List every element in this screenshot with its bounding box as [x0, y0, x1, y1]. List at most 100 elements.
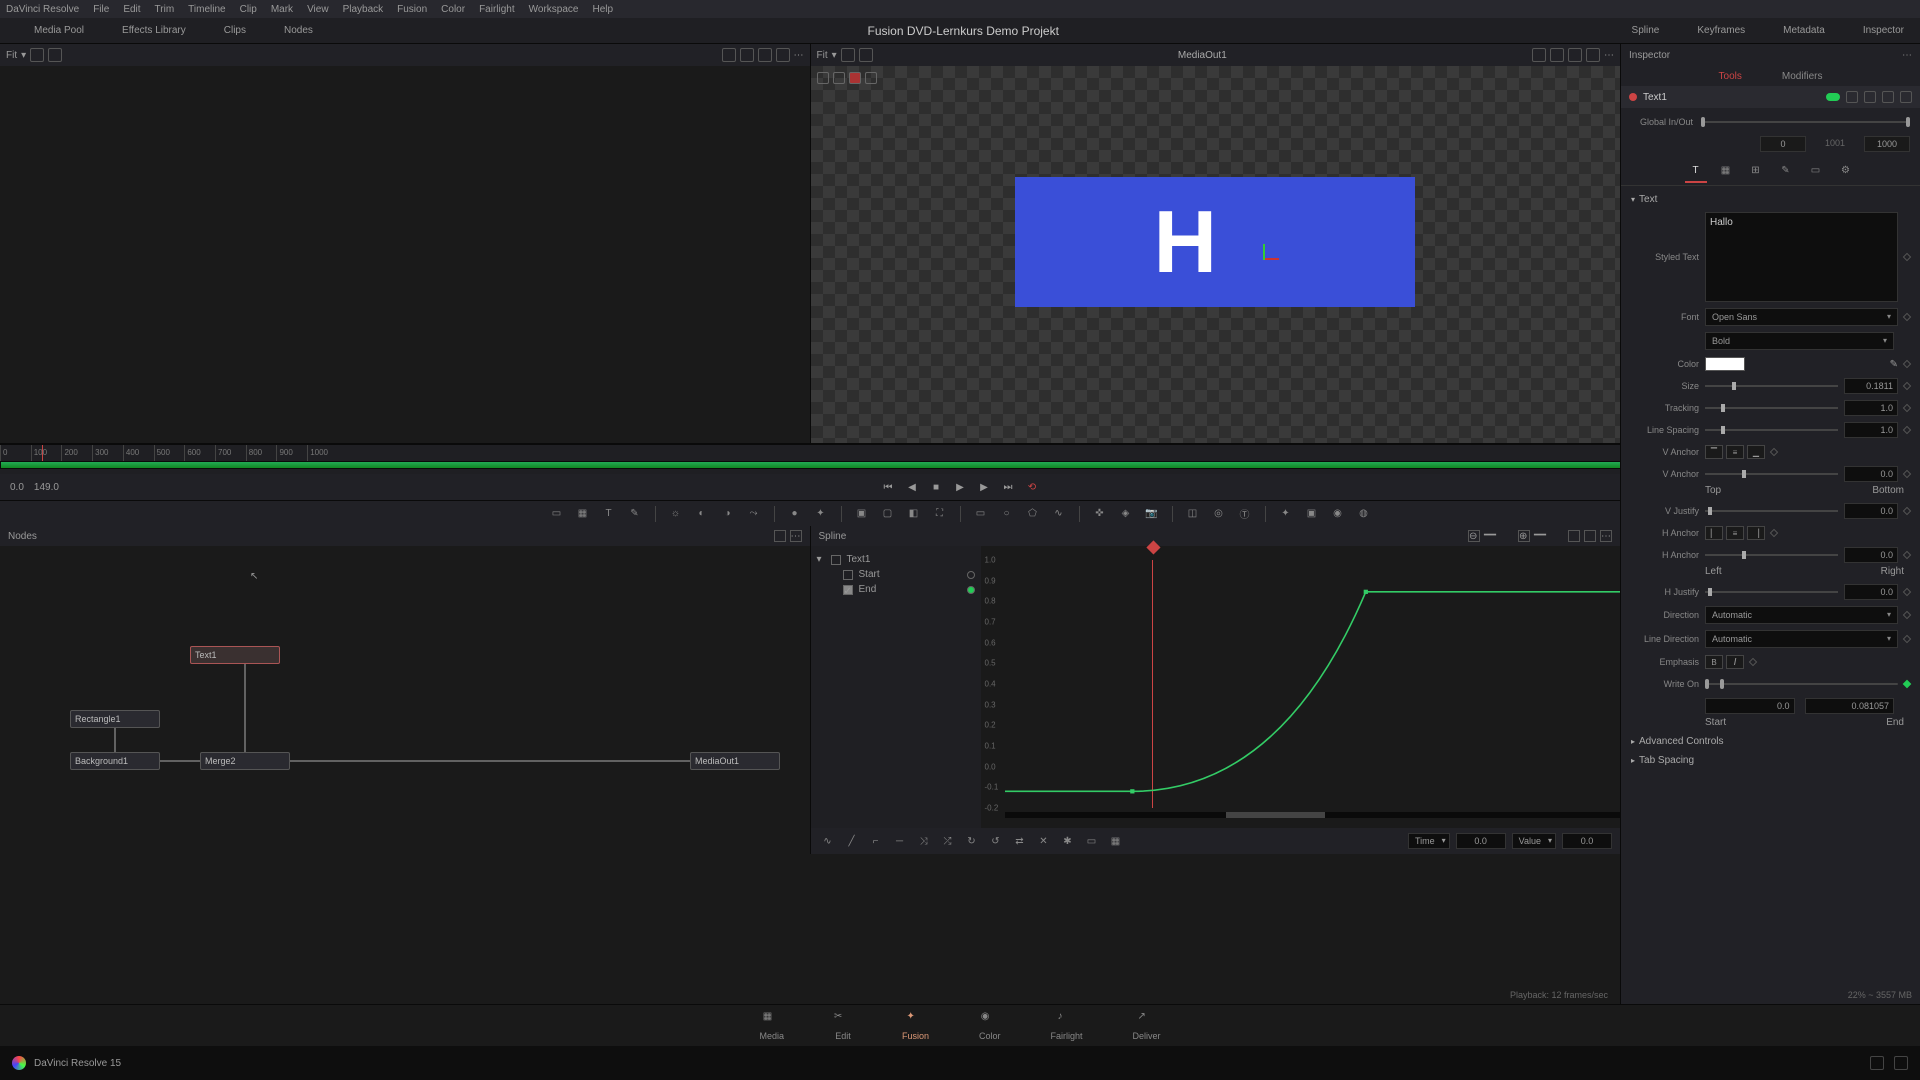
vjustify-slider[interactable] — [1705, 510, 1838, 512]
size-slider[interactable] — [1705, 385, 1838, 387]
kf-emphasis[interactable] — [1749, 658, 1757, 666]
node-versions[interactable] — [1846, 91, 1858, 103]
spline-panel[interactable]: Spline⊖━━⊕━━⋯ ▾Text1 Start ✓End 1.00.90.… — [810, 526, 1621, 854]
stop[interactable]: ■ — [928, 479, 944, 495]
node-merge2[interactable]: Merge2 — [200, 752, 290, 770]
linespacing-slider[interactable] — [1705, 429, 1838, 431]
viewer-left[interactable]: Fit▾ ⋯ — [0, 44, 810, 443]
spline-value-mode[interactable]: Value — [1512, 833, 1556, 849]
kf-vanchor[interactable] — [1903, 470, 1911, 478]
tool-matte[interactable]: ◧ — [904, 504, 924, 524]
kf-color[interactable] — [1903, 360, 1911, 368]
section-tabspacing[interactable]: Tab Spacing — [1621, 751, 1920, 770]
topbar-clips[interactable]: Clips — [198, 21, 254, 41]
page-edit[interactable]: ✂Edit — [834, 1011, 852, 1041]
tree-node[interactable]: Text1 — [847, 554, 871, 565]
tool-3d-text[interactable]: Ⓣ — [1235, 504, 1255, 524]
tool-3d-img[interactable]: ◫ — [1183, 504, 1203, 524]
menu-clip[interactable]: Clip — [240, 4, 257, 15]
first-frame[interactable]: ⏮ — [880, 479, 896, 495]
guides-icon[interactable] — [48, 48, 62, 62]
page-color[interactable]: ◉Color — [979, 1011, 1001, 1041]
vjustify-value[interactable]: 0.0 — [1844, 503, 1898, 519]
spline-hscroll[interactable] — [1226, 812, 1324, 818]
hanchor-value[interactable]: 0.0 — [1844, 547, 1898, 563]
hanchor-slider[interactable] — [1705, 554, 1838, 556]
node-lock[interactable] — [1882, 91, 1894, 103]
tree-param-start[interactable]: Start — [859, 569, 880, 580]
inspector-node-name[interactable]: Text1 — [1643, 92, 1820, 103]
ch-full[interactable] — [865, 72, 877, 84]
hjustify-value[interactable]: 0.0 — [1844, 584, 1898, 600]
range-out[interactable]: 149.0 — [34, 482, 59, 493]
hanchor-buttons[interactable]: ▏≡▕ — [1705, 526, 1765, 540]
page-fusion[interactable]: ✦Fusion — [902, 1011, 929, 1041]
v2-menu[interactable]: ⋯ — [1604, 50, 1614, 61]
kf-hjustify[interactable] — [1903, 588, 1911, 596]
section-text[interactable]: Text — [1621, 190, 1920, 209]
tool-3d-shape[interactable]: ◎ — [1209, 504, 1229, 524]
topbar-nodes[interactable]: Nodes — [258, 21, 321, 41]
step-back[interactable]: ◀ — [904, 479, 920, 495]
tool-merge[interactable]: ▣ — [852, 504, 872, 524]
range-in[interactable]: 0.0 — [10, 482, 24, 493]
page-fairlight[interactable]: ♪Fairlight — [1051, 1011, 1083, 1041]
step-fwd[interactable]: ▶ — [976, 479, 992, 495]
kf-vanchor-btn[interactable] — [1770, 448, 1778, 456]
tool-xf[interactable]: ▢ — [878, 504, 898, 524]
tree-param-end[interactable]: End — [859, 584, 877, 595]
viewer-right[interactable]: Fit▾ MediaOut1 ⋯ H — [810, 44, 1621, 443]
ch-g[interactable] — [833, 72, 845, 84]
v1-opt2[interactable] — [740, 48, 754, 62]
tool-bspline[interactable]: ∿ — [1049, 504, 1069, 524]
menubar[interactable]: DaVinci ResolveFileEditTrimTimelineClipM… — [0, 0, 1920, 18]
gio-start[interactable]: 0 — [1760, 136, 1806, 152]
page-media[interactable]: ▦Media — [759, 1011, 784, 1041]
writeon-end[interactable]: 0.081057 — [1805, 698, 1895, 714]
v1-opt4[interactable] — [776, 48, 790, 62]
tool-planar[interactable]: ◈ — [1116, 504, 1136, 524]
v1-menu[interactable]: ⋯ — [794, 50, 804, 61]
node-background1[interactable]: Background1 — [70, 752, 160, 770]
nodes-opt[interactable] — [774, 530, 786, 542]
sp-inv[interactable]: ⤮ — [939, 832, 957, 850]
nodes-panel[interactable]: Nodes⋯ ↖ Text1Rectangle1Background1Merge… — [0, 526, 810, 854]
menu-timeline[interactable]: Timeline — [188, 4, 225, 15]
inspector-menu[interactable]: ⋯ — [1902, 50, 1912, 61]
node-enable[interactable] — [1826, 93, 1840, 101]
kf-styledtext[interactable] — [1903, 253, 1911, 261]
tool-render3d[interactable]: ◍ — [1354, 504, 1374, 524]
v1-opt1[interactable] — [722, 48, 736, 62]
tool-glow[interactable]: ✦ — [811, 504, 831, 524]
sp-step[interactable]: ⌐ — [867, 832, 885, 850]
vanchor-slider[interactable] — [1705, 473, 1838, 475]
spline-graph[interactable]: 1.00.90.80.70.60.50.40.30.20.10.0-0.1-0.… — [981, 546, 1621, 828]
sp-rev[interactable]: ⤨ — [915, 832, 933, 850]
tool-bg[interactable]: ▭ — [547, 504, 567, 524]
node-text1[interactable]: Text1 — [190, 646, 280, 664]
v1-opt3[interactable] — [758, 48, 772, 62]
sp-opt[interactable] — [1584, 530, 1596, 542]
vanchor-buttons[interactable]: ▔≡▁ — [1705, 445, 1765, 459]
ch-a[interactable] — [849, 72, 861, 84]
project-settings-icon[interactable] — [1894, 1056, 1908, 1070]
kf-direction[interactable] — [1903, 611, 1911, 619]
loop[interactable]: ⟲ — [1024, 479, 1040, 495]
sp-zoom-out[interactable]: ⊖ — [1468, 530, 1480, 542]
menu-playback[interactable]: Playback — [343, 4, 384, 15]
menu-view[interactable]: View — [307, 4, 329, 15]
tooltab-transform[interactable]: ⊞ — [1745, 161, 1767, 183]
tooltab-text[interactable]: T — [1685, 161, 1707, 183]
kf-font[interactable] — [1903, 313, 1911, 321]
tool-cam[interactable]: 📷 — [1142, 504, 1162, 524]
sp-zoom-in[interactable]: ⊕ — [1518, 530, 1530, 542]
linedirection-dd[interactable]: Automatic — [1705, 630, 1898, 648]
topbar-spline[interactable]: Spline — [1606, 21, 1668, 41]
menu-davinciresolve[interactable]: DaVinci Resolve — [6, 4, 79, 15]
ch-r[interactable] — [817, 72, 829, 84]
viewer1-fit[interactable]: Fit — [6, 50, 17, 61]
tab-tools[interactable]: Tools — [1719, 71, 1742, 82]
tooltab-settings[interactable]: ⚙ — [1835, 161, 1857, 183]
menu-edit[interactable]: Edit — [123, 4, 140, 15]
topbar-metadata[interactable]: Metadata — [1757, 21, 1833, 41]
